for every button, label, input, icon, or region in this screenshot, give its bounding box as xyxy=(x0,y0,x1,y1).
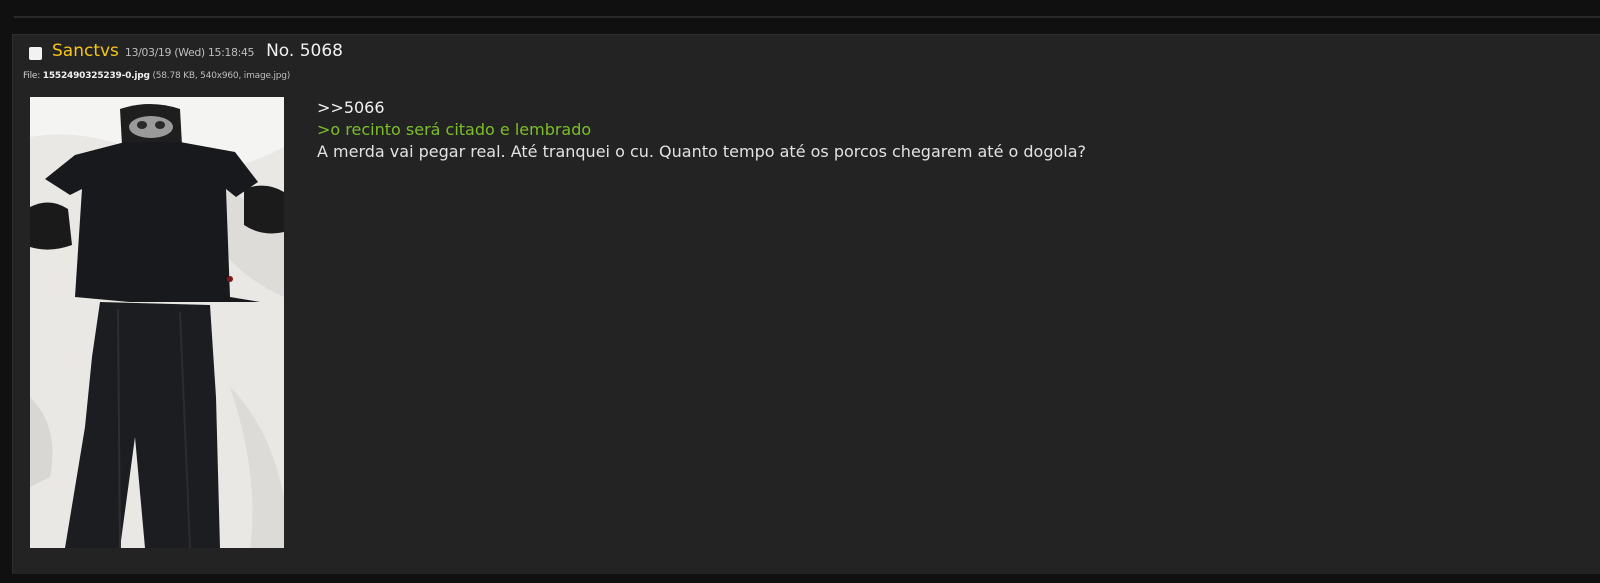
file-label: File: xyxy=(23,71,41,81)
top-divider xyxy=(14,16,1600,18)
file-info: File: 1552490325239-0.jpg (58.78 KB, 540… xyxy=(23,71,290,81)
post-select-checkbox[interactable] xyxy=(29,46,42,60)
poster-name: Sanctvs xyxy=(52,41,119,61)
greentext-line: >o recinto será citado e lembrado xyxy=(317,120,592,139)
file-name-link[interactable]: 1552490325239-0.jpg xyxy=(43,71,150,81)
post-number-link[interactable]: No. 5068 xyxy=(266,41,343,61)
file-meta: (58.78 KB, 540x960, image.jpg) xyxy=(152,71,291,81)
post-header: Sanctvs 13/03/19 (Wed) 15:18:45 No. 5068 xyxy=(29,41,343,61)
quote-link[interactable]: >>5066 xyxy=(317,97,1086,119)
post-date: 13/03/19 (Wed) 15:18:45 xyxy=(124,46,255,59)
post-body: >>5066 >o recinto será citado e lembrado… xyxy=(317,97,1086,163)
thumbnail-picture xyxy=(30,97,284,548)
post-container: Sanctvs 13/03/19 (Wed) 15:18:45 No. 5068… xyxy=(12,34,1600,574)
post-image-thumbnail[interactable] xyxy=(30,97,284,548)
post-text: A merda vai pegar real. Até tranquei o c… xyxy=(317,142,1087,161)
